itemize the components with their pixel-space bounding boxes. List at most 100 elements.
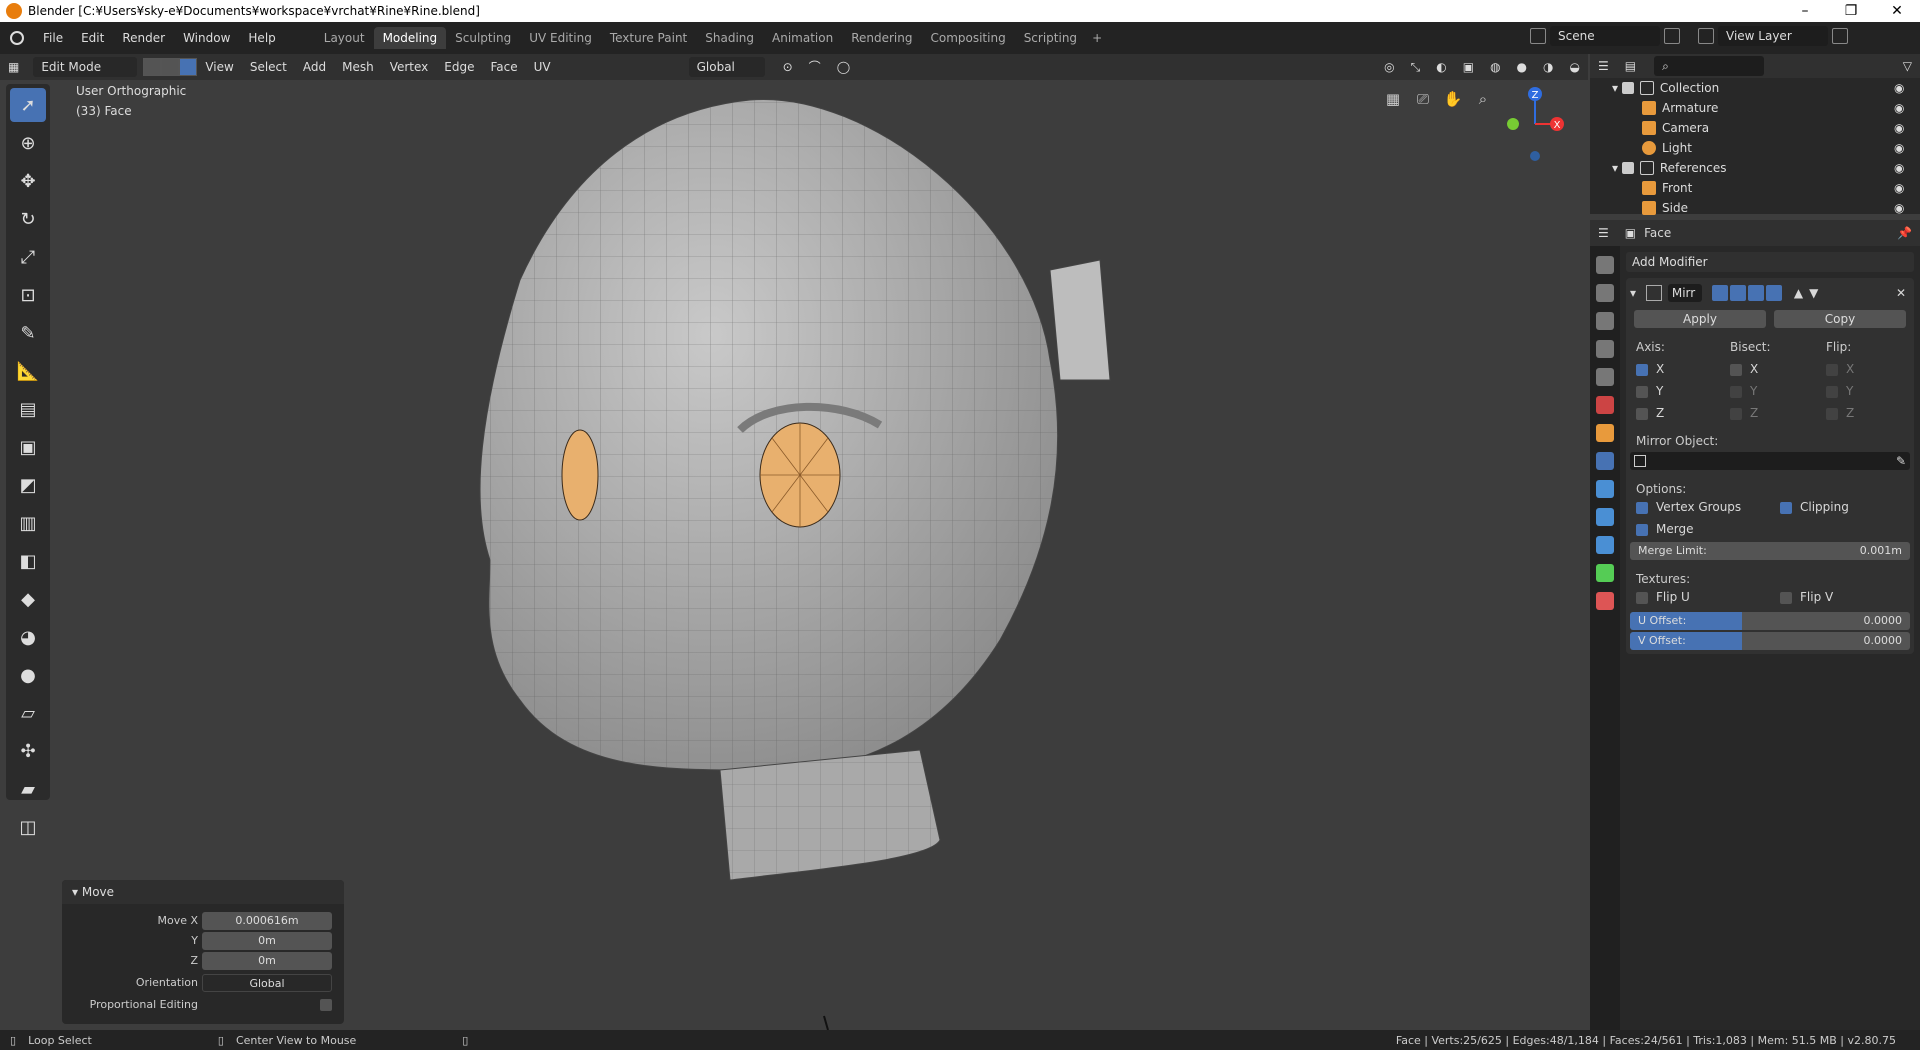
rip-tool-icon[interactable]: ◫ — [10, 810, 46, 844]
menu-mesh[interactable]: Mesh — [334, 56, 382, 78]
flip-z-checkbox[interactable] — [1826, 407, 1838, 420]
orientation-select[interactable]: Global — [202, 974, 332, 992]
v-offset-slider[interactable]: V Offset: 0.0000 — [1630, 632, 1910, 650]
viewport-toggle-icon[interactable] — [1729, 285, 1746, 301]
add-workspace-icon[interactable]: + — [1086, 27, 1108, 49]
tab-animation[interactable]: Animation — [763, 27, 842, 49]
menu-face[interactable]: Face — [482, 56, 525, 78]
eye-icon[interactable]: ◉ — [1894, 141, 1908, 155]
world-tab-icon[interactable] — [1596, 396, 1614, 414]
solid-shading-icon[interactable]: ● — [1509, 56, 1535, 78]
pin-icon[interactable]: 📌 — [1889, 222, 1920, 244]
mode-select[interactable]: Edit Mode — [33, 57, 138, 77]
move-up-icon[interactable]: ▲ — [1794, 286, 1803, 300]
inset-tool-icon[interactable]: ▣ — [10, 430, 46, 464]
flip-u-checkbox[interactable] — [1636, 591, 1648, 604]
remove-modifier-icon[interactable]: ✕ — [1896, 286, 1906, 300]
bisect-y-checkbox[interactable] — [1730, 385, 1742, 398]
clipping-checkbox[interactable] — [1780, 501, 1792, 514]
move-x-field[interactable]: 0.000616m — [202, 912, 332, 930]
outliner-item-side[interactable]: Side ◉ — [1590, 198, 1920, 218]
overlay-icon[interactable]: ◐ — [1428, 56, 1454, 78]
collection-checkbox[interactable] — [1621, 162, 1634, 174]
rendered-shading-icon[interactable]: ◒ — [1562, 56, 1588, 78]
rotate-tool-icon[interactable]: ↻ — [10, 202, 46, 236]
material-shading-icon[interactable]: ◑ — [1535, 56, 1561, 78]
bisect-x-checkbox[interactable] — [1730, 363, 1742, 376]
shear-tool-icon[interactable]: ▰ — [10, 772, 46, 806]
proportional-icon[interactable]: ◯ — [829, 56, 858, 78]
tab-uv-editing[interactable]: UV Editing — [520, 27, 601, 49]
axis-z-checkbox[interactable] — [1636, 407, 1648, 420]
grid-view-icon[interactable]: ▦ — [1382, 88, 1404, 110]
transform-tool-icon[interactable]: ⊡ — [10, 278, 46, 312]
scale-tool-icon[interactable]: ⤢ — [10, 240, 46, 274]
vertex-groups-checkbox[interactable] — [1636, 501, 1648, 514]
apply-button[interactable]: Apply — [1634, 310, 1766, 328]
spin-tool-icon[interactable]: ◕ — [10, 620, 46, 654]
editmode-toggle-icon[interactable] — [1747, 285, 1764, 301]
eye-icon[interactable]: ◉ — [1894, 121, 1908, 135]
output-tab-icon[interactable] — [1596, 312, 1614, 330]
visibility-icon[interactable]: ◎ — [1376, 56, 1402, 78]
bisect-z-checkbox[interactable] — [1730, 407, 1742, 420]
modifier-tab-icon[interactable] — [1596, 452, 1614, 470]
gizmo-toggle-icon[interactable]: ⤡ — [1403, 56, 1429, 78]
eye-icon[interactable]: ◉ — [1894, 81, 1908, 95]
move-down-icon[interactable]: ▼ — [1809, 286, 1818, 300]
material-tab-icon[interactable] — [1596, 592, 1614, 610]
eye-icon[interactable]: ◉ — [1894, 201, 1908, 215]
display-mode-icon[interactable]: ▤ — [1617, 55, 1644, 77]
tab-texture-paint[interactable]: Texture Paint — [601, 27, 696, 49]
menu-edge[interactable]: Edge — [436, 56, 482, 78]
filter-icon[interactable]: ▽ — [1895, 55, 1920, 77]
scene-field[interactable]: Scene — [1550, 26, 1660, 46]
tab-scripting[interactable]: Scripting — [1015, 27, 1086, 49]
outliner-item-armature[interactable]: Armature ◉ — [1590, 98, 1920, 118]
view-layer-tab-icon[interactable] — [1596, 340, 1614, 358]
tab-rendering[interactable]: Rendering — [842, 27, 921, 49]
poly-build-tool-icon[interactable]: ◆ — [10, 582, 46, 616]
axis-x-checkbox[interactable] — [1636, 363, 1648, 376]
u-offset-slider[interactable]: U Offset: 0.0000 — [1630, 612, 1910, 630]
mirror-object-field[interactable]: ✎ — [1630, 452, 1910, 470]
minimize-icon[interactable]: – — [1782, 0, 1828, 22]
eye-icon[interactable]: ◉ — [1894, 161, 1908, 175]
xray-icon[interactable]: ▣ — [1455, 56, 1482, 78]
pivot-icon[interactable]: ⊙ — [775, 56, 801, 78]
proportional-editing-checkbox[interactable] — [320, 999, 332, 1011]
menu-select[interactable]: Select — [242, 56, 295, 78]
new-view-layer-icon[interactable] — [1832, 28, 1848, 44]
extrude-tool-icon[interactable]: ▤ — [10, 392, 46, 426]
view-layer-field[interactable]: View Layer — [1718, 26, 1828, 46]
tab-compositing[interactable]: Compositing — [921, 27, 1014, 49]
outliner-item-references[interactable]: ▾ References ◉ — [1590, 158, 1920, 178]
eye-icon[interactable]: ◉ — [1894, 181, 1908, 195]
smooth-tool-icon[interactable]: ● — [10, 658, 46, 692]
copy-button[interactable]: Copy — [1774, 310, 1906, 328]
new-scene-icon[interactable] — [1664, 28, 1680, 44]
outliner-item-light[interactable]: Light ◉ — [1590, 138, 1920, 158]
menu-file[interactable]: File — [34, 31, 72, 45]
menu-uv[interactable]: UV — [526, 56, 559, 78]
flip-v-checkbox[interactable] — [1780, 591, 1792, 604]
flip-y-checkbox[interactable] — [1826, 385, 1838, 398]
tab-layout[interactable]: Layout — [315, 27, 374, 49]
eye-icon[interactable]: ◉ — [1894, 101, 1908, 115]
merge-limit-slider[interactable]: Merge Limit: 0.001m — [1630, 542, 1910, 560]
snap-icon[interactable]: ⌒ — [801, 56, 829, 78]
menu-help[interactable]: Help — [239, 31, 284, 45]
mesh-data-tab-icon[interactable] — [1596, 564, 1614, 582]
scene-tab-icon[interactable] — [1596, 368, 1614, 386]
close-icon[interactable]: ✕ — [1874, 0, 1920, 22]
merge-checkbox[interactable] — [1636, 523, 1648, 536]
knife-tool-icon[interactable]: ◧ — [10, 544, 46, 578]
eyedropper-icon[interactable]: ✎ — [1896, 454, 1906, 468]
menu-view[interactable]: View — [197, 56, 241, 78]
bevel-tool-icon[interactable]: ◩ — [10, 468, 46, 502]
menu-window[interactable]: Window — [174, 31, 239, 45]
object-tab-icon[interactable] — [1596, 424, 1614, 442]
collection-checkbox[interactable] — [1621, 82, 1634, 94]
tab-sculpting[interactable]: Sculpting — [446, 27, 520, 49]
select-box-tool-icon[interactable]: ➚ — [10, 88, 46, 122]
